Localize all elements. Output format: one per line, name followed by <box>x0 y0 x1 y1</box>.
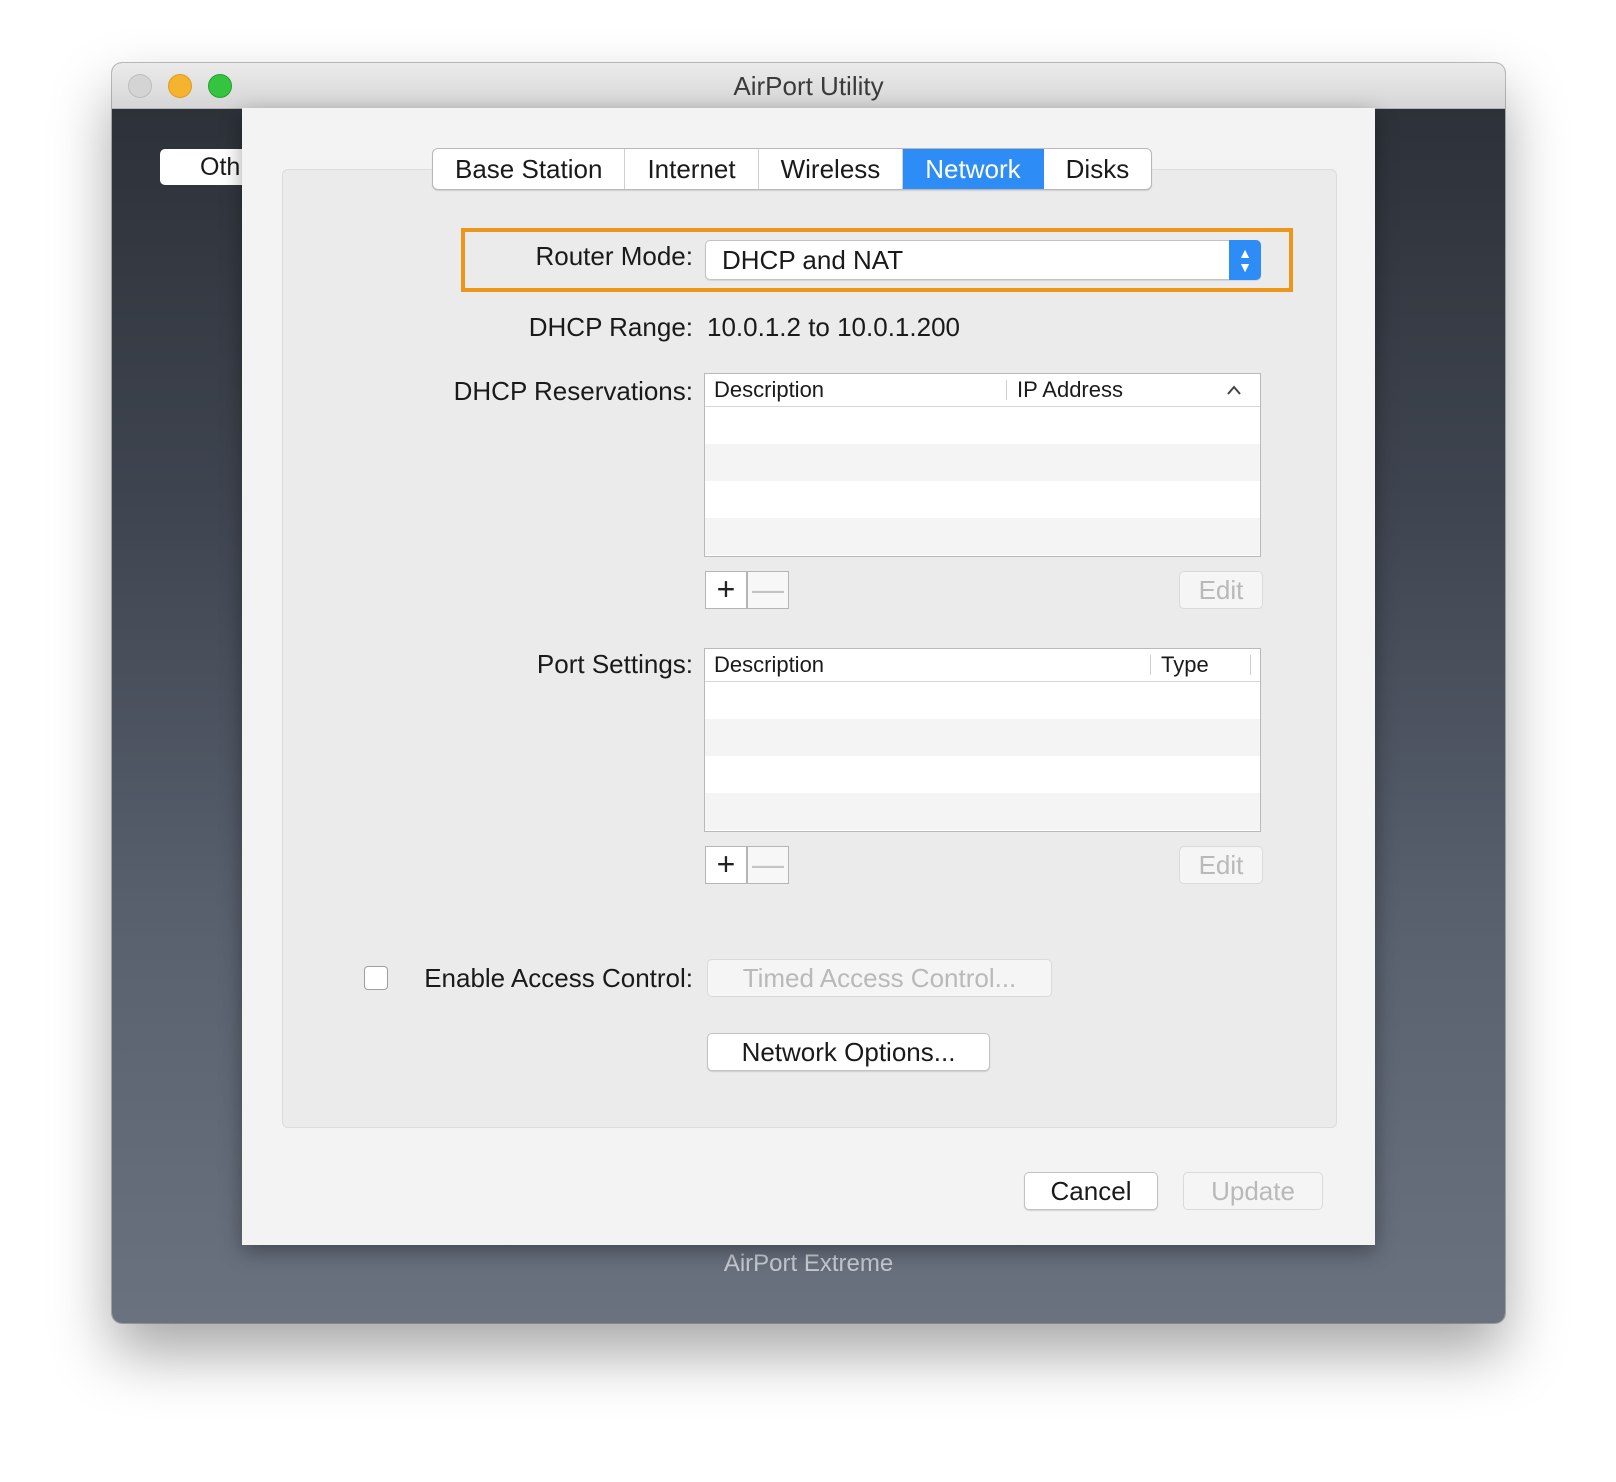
cancel-button[interactable]: Cancel <box>1024 1172 1158 1210</box>
tab-internet[interactable]: Internet <box>625 149 759 189</box>
network-options-button[interactable]: Network Options... <box>707 1033 990 1071</box>
edit-reservation-button[interactable]: Edit <box>1179 571 1263 609</box>
table-row[interactable] <box>705 756 1260 793</box>
app-window: AirPort Utility Oth AirPort Extreme Base… <box>112 63 1505 1323</box>
timed-access-control-button[interactable]: Timed Access Control... <box>707 959 1052 997</box>
column-header-description[interactable]: Description <box>714 652 824 678</box>
router-mode-value: DHCP and NAT <box>722 245 904 275</box>
dhcp-reservations-table[interactable]: Description IP Address <box>704 373 1261 557</box>
tab-disks[interactable]: Disks <box>1044 149 1152 189</box>
column-divider <box>1150 655 1151 675</box>
edit-port-button[interactable]: Edit <box>1179 846 1263 884</box>
dhcp-range-value: 10.0.1.2 to 10.0.1.200 <box>707 312 960 342</box>
tab-bar: Base Station Internet Wireless Network D… <box>432 148 1153 190</box>
table-row[interactable] <box>705 407 1260 444</box>
add-reservation-button[interactable]: + <box>705 571 747 609</box>
table-row[interactable] <box>705 518 1260 555</box>
table-row[interactable] <box>705 719 1260 756</box>
port-settings-label: Port Settings: <box>536 649 693 679</box>
update-button[interactable]: Update <box>1183 1172 1323 1210</box>
tab-network[interactable]: Network <box>903 149 1044 189</box>
enable-access-control-label[interactable]: Enable Access Control: <box>424 963 693 994</box>
enable-access-control-checkbox[interactable] <box>364 966 388 990</box>
router-mode-label: Router Mode: <box>535 241 693 271</box>
device-name-label: AirPort Extreme <box>723 1250 894 1277</box>
table-row[interactable] <box>705 481 1260 518</box>
table-row[interactable] <box>705 682 1260 719</box>
settings-sheet: Base Station Internet Wireless Network D… <box>242 108 1375 1245</box>
dhcp-reservations-label: DHCP Reservations: <box>453 376 693 406</box>
add-port-button[interactable]: + <box>705 846 747 884</box>
tab-wireless[interactable]: Wireless <box>759 149 904 189</box>
chevron-up-icon <box>1226 376 1242 402</box>
column-header-description[interactable]: Description <box>714 377 824 403</box>
tab-base-station[interactable]: Base Station <box>433 149 626 189</box>
remove-reservation-button[interactable]: — <box>747 571 789 609</box>
column-header-ip-address[interactable]: IP Address <box>1017 377 1123 403</box>
title-bar: AirPort Utility <box>112 63 1505 109</box>
port-settings-table[interactable]: Description Type <box>704 648 1261 832</box>
table-row[interactable] <box>705 444 1260 481</box>
column-divider <box>1250 655 1251 675</box>
remove-port-button[interactable]: — <box>747 846 789 884</box>
table-header: Description Type <box>705 649 1260 682</box>
dhcp-range-label: DHCP Range: <box>528 312 693 342</box>
router-mode-select[interactable]: DHCP and NAT ▲ ▼ <box>705 240 1261 280</box>
window-title: AirPort Utility <box>733 71 884 101</box>
table-header: Description IP Address <box>705 374 1260 407</box>
table-row[interactable] <box>705 793 1260 830</box>
up-down-arrows-icon: ▲ ▼ <box>1229 240 1261 280</box>
column-header-type[interactable]: Type <box>1161 652 1209 678</box>
column-divider <box>1006 380 1007 400</box>
